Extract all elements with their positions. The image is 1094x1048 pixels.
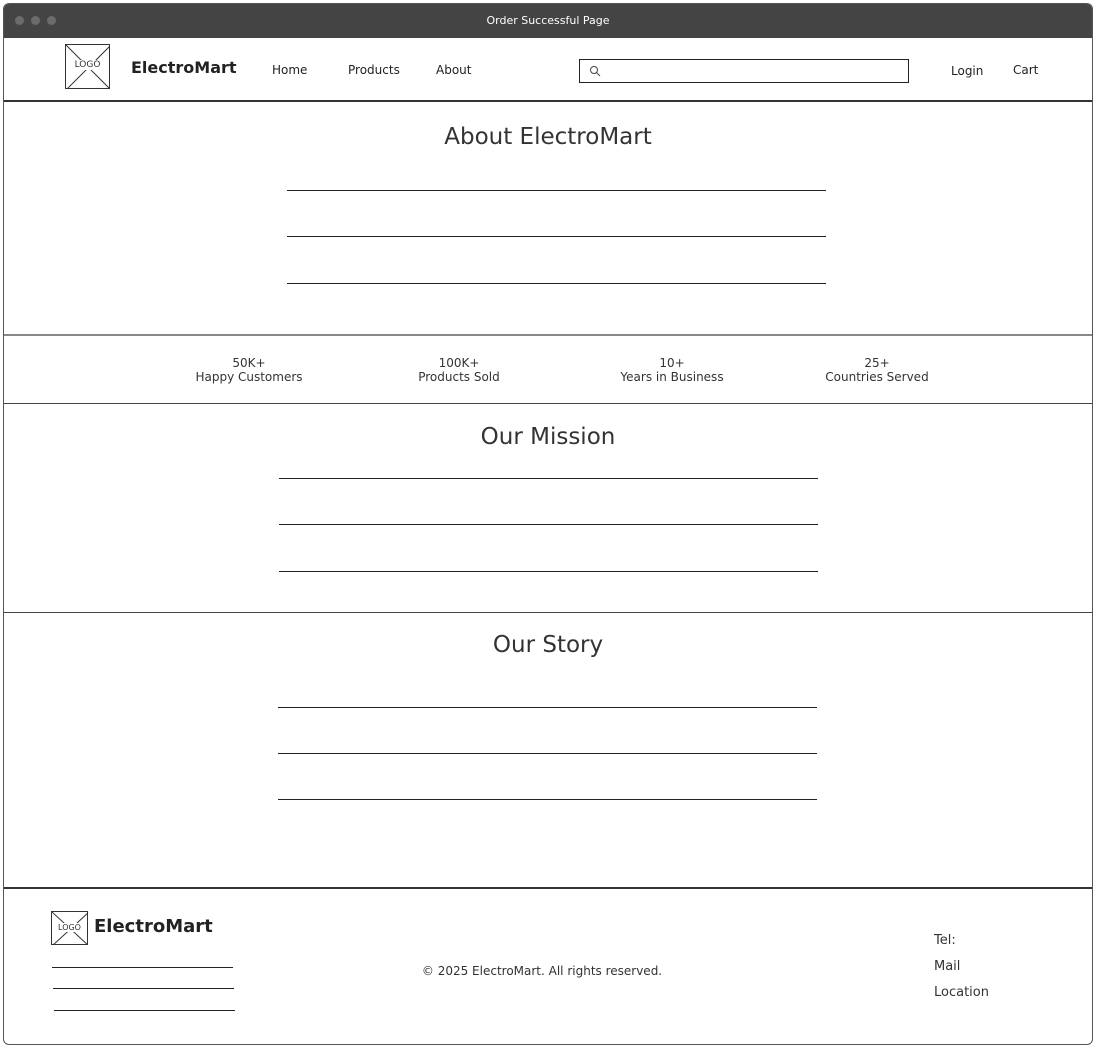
browser-window: Order Successful Page LOGO ElectroMart H… (3, 3, 1093, 1045)
title-bar: Order Successful Page (4, 4, 1092, 38)
stats-bottom-divider (4, 403, 1092, 404)
search-box[interactable] (579, 59, 909, 83)
story-text-line (278, 799, 817, 800)
mission-text-line (279, 571, 818, 572)
footer-logo-placeholder[interactable]: LOGO (51, 911, 88, 945)
about-text-line (287, 283, 826, 284)
contact-tel: Tel: (934, 933, 956, 948)
footer-link-line[interactable] (53, 988, 234, 989)
stat-label: Happy Customers (195, 370, 303, 384)
mission-text-line (279, 524, 818, 525)
cart-link[interactable]: Cart (1013, 63, 1038, 77)
stat-label: Years in Business (620, 370, 724, 384)
logo-text: LOGO (66, 60, 109, 70)
story-title: Our Story (492, 632, 604, 658)
contact-mail: Mail (934, 959, 961, 974)
stat-label: Products Sold (418, 370, 500, 384)
footer-top-divider (4, 887, 1092, 889)
footer-brand-name[interactable]: ElectroMart (94, 916, 213, 937)
search-input[interactable] (606, 62, 905, 82)
search-icon (590, 66, 601, 77)
stat-label: Countries Served (825, 370, 929, 384)
story-text-line (278, 753, 817, 754)
mission-bottom-divider (4, 612, 1092, 613)
stat-countries-served: 25+ Countries Served (787, 356, 967, 384)
story-text-line (278, 707, 817, 708)
logo-placeholder[interactable]: LOGO (65, 44, 110, 89)
mission-title: Our Mission (480, 424, 616, 450)
nav-link-home[interactable]: Home (272, 63, 307, 77)
stats-top-divider (4, 334, 1092, 336)
about-text-line (287, 190, 826, 191)
stat-years-in-business: 10+ Years in Business (582, 356, 762, 384)
login-link[interactable]: Login (951, 64, 983, 78)
stat-value: 25+ (864, 356, 890, 370)
contact-location: Location (934, 985, 989, 1000)
footer-link-line[interactable] (54, 1010, 235, 1011)
stat-value: 100K+ (438, 356, 480, 370)
brand-name[interactable]: ElectroMart (131, 58, 237, 77)
about-title: About ElectroMart (444, 124, 652, 150)
footer-logo-text: LOGO (52, 923, 87, 932)
nav-link-products[interactable]: Products (348, 63, 400, 77)
stat-value: 50K+ (232, 356, 266, 370)
copyright-text: © 2025 ElectroMart. All rights reserved. (421, 964, 663, 978)
nav-link-about[interactable]: About (436, 63, 471, 77)
top-navigation: LOGO ElectroMart Home Products About Log… (4, 38, 1092, 102)
stat-products-sold: 100K+ Products Sold (369, 356, 549, 384)
mission-text-line (279, 478, 818, 479)
stat-value: 10+ (659, 356, 685, 370)
stat-happy-customers: 50K+ Happy Customers (159, 356, 339, 384)
window-title: Order Successful Page (486, 14, 610, 27)
about-text-line (287, 236, 826, 237)
